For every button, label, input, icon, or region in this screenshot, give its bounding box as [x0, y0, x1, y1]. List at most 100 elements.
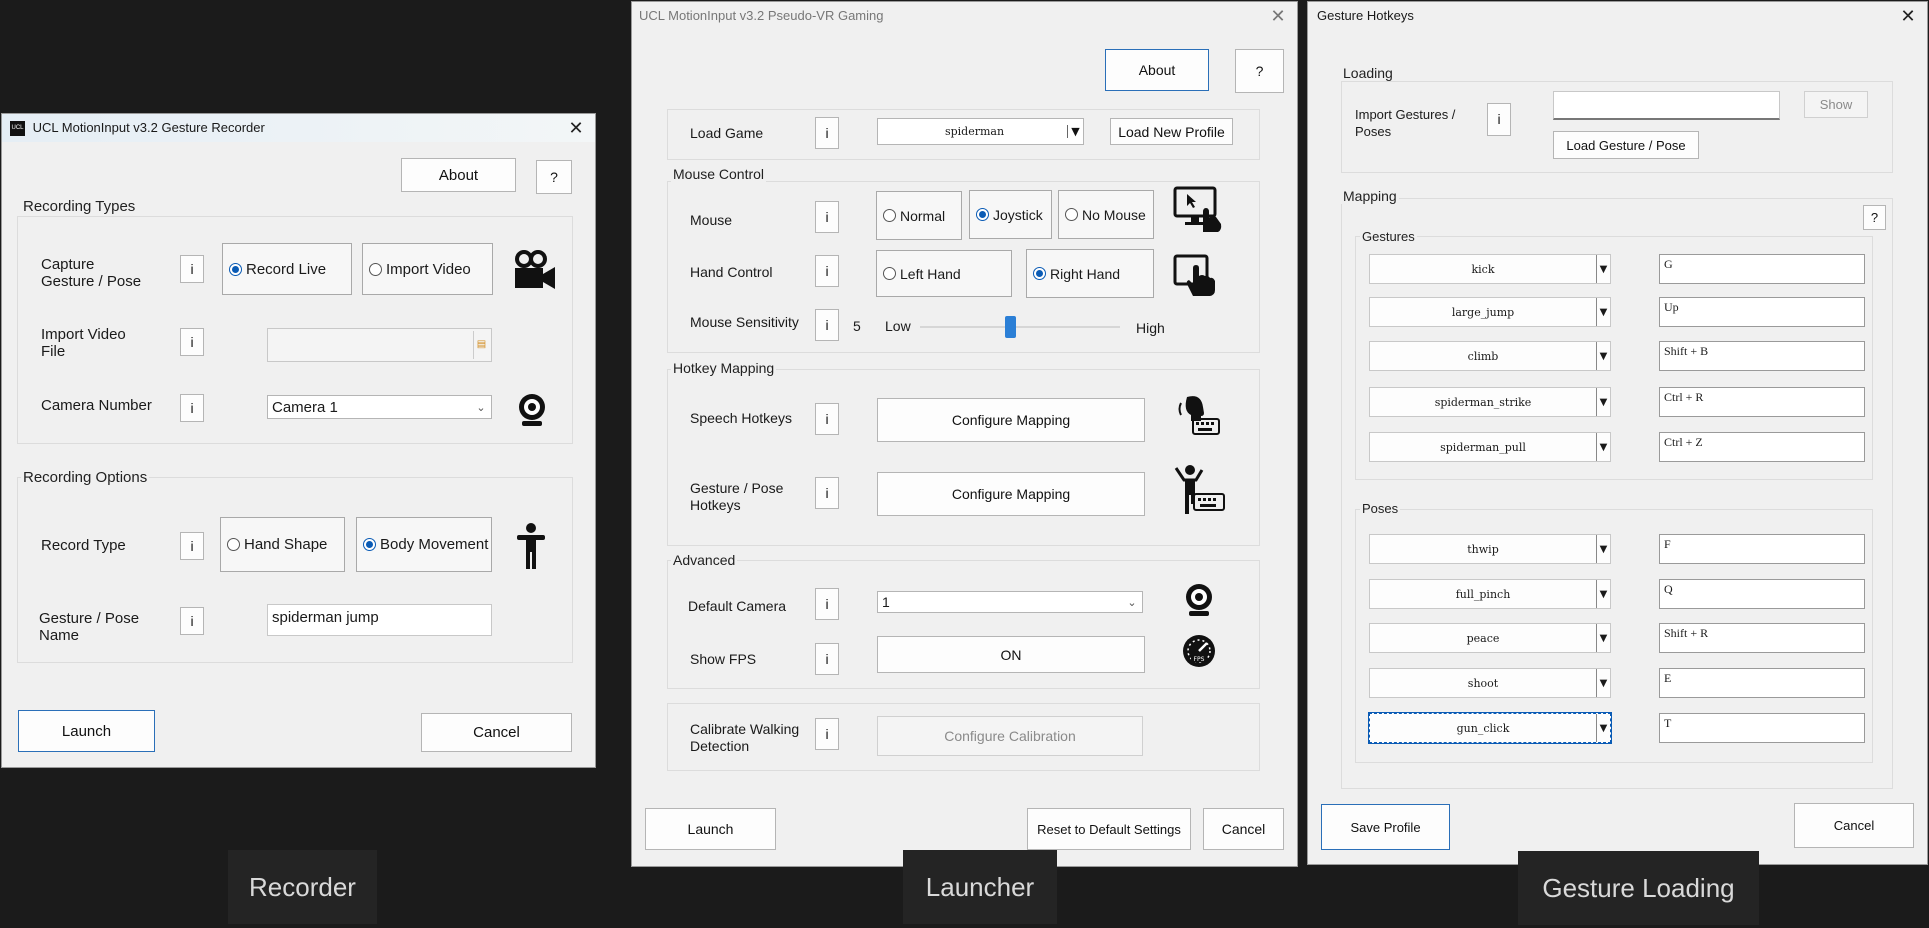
import-file-field[interactable]: ▤ [267, 328, 492, 362]
right-hand-radio[interactable]: Right Hand [1026, 249, 1154, 298]
launcher-launch-button[interactable]: Launch [645, 808, 776, 850]
loading-title: Loading [1341, 65, 1395, 81]
launcher-close-icon[interactable]: ✕ [1267, 5, 1289, 27]
hand-control-label: Hand Control [690, 264, 773, 280]
gestures-title: Gestures [1360, 229, 1417, 244]
hotkey-mapping-group [667, 369, 1260, 546]
pose-hotkey-input[interactable]: F [1659, 534, 1865, 564]
chevron-down-icon[interactable]: ▼ [1596, 433, 1610, 461]
mouse-info-button[interactable]: i [815, 201, 839, 233]
camera-number-info-button[interactable]: i [180, 394, 204, 422]
gesture-select[interactable]: kick ▼ [1369, 254, 1611, 284]
import-gestures-path-field[interactable] [1553, 91, 1780, 120]
pose-name: peace [1466, 631, 1500, 645]
default-camera-select[interactable]: 1 ⌄ [877, 591, 1143, 613]
recorder-cancel-button[interactable]: Cancel [421, 713, 572, 752]
configure-calibration-button[interactable]: Configure Calibration [877, 716, 1143, 756]
sensitivity-slider[interactable] [920, 314, 1120, 340]
gesture-configure-mapping-button[interactable]: Configure Mapping [877, 472, 1145, 516]
no-mouse-radio[interactable]: No Mouse [1058, 190, 1154, 239]
left-hand-radio[interactable]: Left Hand [876, 250, 1012, 297]
chevron-down-icon[interactable]: ▼ [1596, 580, 1610, 608]
default-camera-info-button[interactable]: i [815, 588, 839, 620]
poses-title: Poses [1360, 501, 1401, 516]
recorder-launch-button[interactable]: Launch [18, 710, 155, 752]
chevron-down-icon[interactable]: ▼ [1596, 342, 1610, 370]
hand-shape-radio[interactable]: Hand Shape [220, 517, 345, 572]
pose-select[interactable]: gun_click ▼ [1368, 712, 1612, 744]
load-gesture-button[interactable]: Load Gesture / Pose [1553, 131, 1699, 159]
chevron-down-icon[interactable]: ▼ [1596, 535, 1610, 563]
joystick-radio[interactable]: Joystick [969, 190, 1052, 239]
gesture-name-info-button[interactable]: i [180, 607, 204, 635]
gesture-select[interactable]: spiderman_pull ▼ [1369, 432, 1611, 462]
record-type-info-button[interactable]: i [180, 532, 204, 560]
show-button[interactable]: Show [1804, 91, 1868, 118]
normal-label: Normal [900, 207, 946, 224]
body-movement-label: Body Movement [380, 536, 489, 553]
save-profile-button[interactable]: Save Profile [1321, 804, 1450, 850]
person-icon [515, 522, 547, 570]
svg-text:FPS: FPS [1194, 656, 1205, 663]
speech-configure-mapping-button[interactable]: Configure Mapping [877, 398, 1145, 442]
normal-radio[interactable]: Normal [876, 191, 962, 240]
pose-hotkey-input[interactable]: T [1659, 713, 1865, 743]
gesture-hotkey-input[interactable]: G [1659, 254, 1865, 284]
gesture-hotkeys-close-icon[interactable]: ✕ [1897, 5, 1919, 27]
game-select[interactable]: spiderman ▼ [877, 118, 1084, 145]
gesture-hotkey-input[interactable]: Shift + B [1659, 341, 1865, 371]
gesture-hotkey-input[interactable]: Ctrl + Z [1659, 432, 1865, 462]
pose-select[interactable]: thwip ▼ [1369, 534, 1611, 564]
speech-hotkeys-info-button[interactable]: i [815, 403, 839, 435]
sensitivity-slider-thumb[interactable] [1004, 316, 1016, 338]
load-game-info-button[interactable]: i [815, 117, 839, 149]
gesture-select[interactable]: climb ▼ [1369, 341, 1611, 371]
monitor-hand-icon [1173, 186, 1225, 234]
recorder-help-button[interactable]: ? [536, 160, 572, 194]
pose-select[interactable]: full_pinch ▼ [1369, 579, 1611, 609]
hand-control-info-button[interactable]: i [815, 255, 839, 287]
import-file-info-button[interactable]: i [180, 328, 204, 356]
gesture-hotkey-input[interactable]: Up [1659, 297, 1865, 327]
camera-number-select[interactable]: Camera 1 ⌄ [267, 395, 492, 419]
reset-defaults-button[interactable]: Reset to Default Settings [1027, 808, 1191, 850]
record-live-radio[interactable]: Record Live [222, 243, 352, 295]
body-movement-radio[interactable]: Body Movement [356, 517, 492, 572]
calibrate-info-button[interactable]: i [815, 718, 839, 750]
chevron-down-icon[interactable]: ▼ [1596, 298, 1610, 326]
gesture-name-input[interactable]: spiderman jump [267, 604, 492, 636]
caption-gesture-loading: Gesture Loading [1518, 851, 1759, 925]
launcher-cancel-button[interactable]: Cancel [1203, 808, 1284, 850]
capture-info-button[interactable]: i [180, 255, 204, 283]
gesture-hotkeys-info-button[interactable]: i [815, 477, 839, 509]
launcher-help-button[interactable]: ? [1235, 49, 1284, 93]
chevron-down-icon[interactable]: ▼ [1596, 714, 1610, 742]
pose-hotkey-input[interactable]: E [1659, 668, 1865, 698]
gesture-select[interactable]: large_jump ▼ [1369, 297, 1611, 327]
default-camera-value: 1 [882, 594, 890, 610]
pose-hotkey-input[interactable]: Q [1659, 579, 1865, 609]
hotkeys-cancel-button[interactable]: Cancel [1794, 803, 1914, 848]
advanced-title: Advanced [671, 552, 738, 568]
show-fps-info-button[interactable]: i [815, 643, 839, 675]
chevron-down-icon[interactable]: ▼ [1596, 624, 1610, 652]
recorder-about-button[interactable]: About [401, 158, 516, 192]
show-fps-toggle[interactable]: ON [877, 636, 1145, 673]
gesture-hotkey-input[interactable]: Ctrl + R [1659, 387, 1865, 417]
chevron-down-icon[interactable]: ▼ [1596, 388, 1610, 416]
chevron-down-icon[interactable]: ▼ [1596, 669, 1610, 697]
recorder-close-icon[interactable]: ✕ [565, 117, 587, 139]
folder-icon[interactable]: ▤ [473, 331, 489, 359]
pose-hotkey-input[interactable]: Shift + R [1659, 623, 1865, 653]
import-video-radio[interactable]: Import Video [362, 243, 493, 295]
pose-select[interactable]: shoot ▼ [1369, 668, 1611, 698]
chevron-down-icon[interactable]: ▼ [1596, 255, 1610, 283]
launcher-about-button[interactable]: About [1105, 49, 1209, 91]
import-gestures-info-button[interactable]: i [1487, 103, 1511, 136]
gesture-select[interactable]: spiderman_strike ▼ [1369, 387, 1611, 417]
load-new-profile-button[interactable]: Load New Profile [1110, 118, 1233, 145]
record-live-radio-dot [229, 262, 242, 276]
pose-select[interactable]: peace ▼ [1369, 623, 1611, 653]
sensitivity-info-button[interactable]: i [815, 309, 839, 341]
mapping-help-button[interactable]: ? [1863, 205, 1886, 230]
